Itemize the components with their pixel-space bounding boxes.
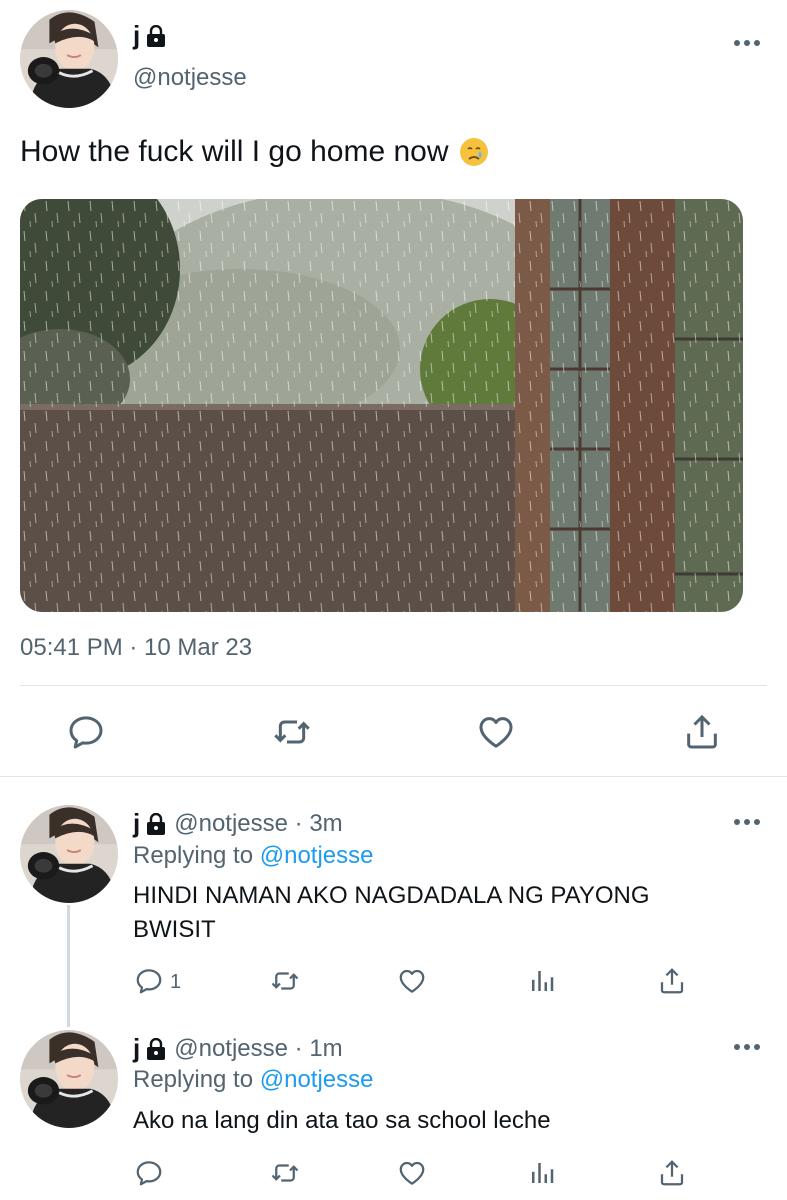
handle-and-time: @notjesse · 3m	[174, 809, 343, 837]
main-tweet-text: How the fuck will I go home now	[20, 135, 489, 169]
retweet-icon[interactable]	[272, 712, 312, 752]
display-name: j	[133, 808, 141, 838]
crying-face-emoji-icon	[459, 137, 489, 167]
like-icon[interactable]	[397, 966, 427, 996]
main-tweet-handle[interactable]: @notjesse	[133, 64, 247, 92]
analytics-icon[interactable]	[527, 966, 557, 996]
divider	[0, 776, 787, 777]
thread-connector-line	[67, 905, 70, 1027]
share-icon[interactable]	[682, 712, 722, 752]
share-icon[interactable]	[657, 1158, 687, 1188]
like-icon[interactable]	[397, 1158, 427, 1188]
reply-1-replying-to: Replying to @notjesse	[133, 842, 374, 870]
like-icon[interactable]	[476, 712, 516, 752]
replying-label: Replying to	[133, 842, 254, 869]
display-name: j	[133, 1033, 141, 1063]
reply-2-avatar[interactable]	[20, 1030, 118, 1128]
main-tweet-author[interactable]: j	[133, 20, 166, 51]
reply-2-text: Ako na lang din ata tao sa school leche	[133, 1107, 551, 1134]
retweet-icon[interactable]	[270, 1158, 300, 1188]
retweet-icon[interactable]	[270, 966, 300, 996]
display-name: j	[133, 20, 141, 50]
handle-and-time: @notjesse · 1m	[174, 1034, 343, 1062]
reply-count: 1	[170, 971, 182, 993]
main-tweet-avatar[interactable]	[20, 10, 118, 108]
mention-link[interactable]: @notjesse	[260, 1066, 374, 1093]
tweet-timestamp[interactable]: 05:41 PM · 10 Mar 23	[20, 634, 252, 662]
tweet-body: How the fuck will I go home now	[20, 135, 449, 168]
share-icon[interactable]	[657, 966, 687, 996]
reply-1-text: HINDI NAMAN AKO NAGDADALA NG PAYONG BWIS…	[133, 882, 650, 943]
reply-icon[interactable]	[134, 966, 164, 996]
mention-link[interactable]: @notjesse	[260, 842, 374, 869]
reply-1-header[interactable]: j @notjesse · 3m	[133, 808, 343, 839]
reply-icon[interactable]	[134, 1158, 164, 1188]
reply-2-replying-to: Replying to @notjesse	[133, 1066, 374, 1094]
replying-label: Replying to	[133, 1066, 254, 1093]
more-options-icon[interactable]	[732, 816, 762, 828]
lock-icon	[146, 1038, 166, 1060]
analytics-icon[interactable]	[527, 1158, 557, 1188]
tweet-image-rain-photo[interactable]	[20, 199, 743, 612]
divider	[20, 685, 767, 686]
reply-1-avatar[interactable]	[20, 805, 118, 903]
lock-icon	[146, 25, 166, 47]
reply-icon[interactable]	[66, 712, 106, 752]
lock-icon	[146, 813, 166, 835]
reply-2-header[interactable]: j @notjesse · 1m	[133, 1033, 343, 1064]
more-options-icon[interactable]	[732, 1041, 762, 1053]
more-options-icon[interactable]	[732, 37, 762, 49]
